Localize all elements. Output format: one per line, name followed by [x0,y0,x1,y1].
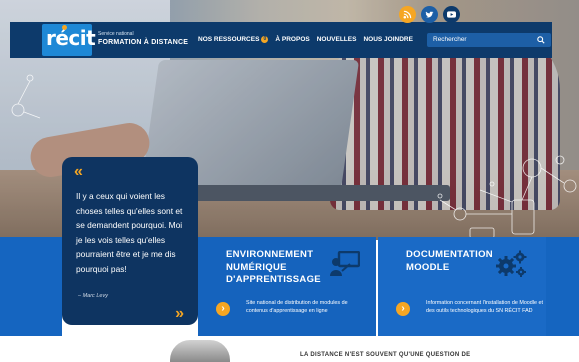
card-title: ENVIRONNEMENT NUMÉRIQUE D'APPRENTISSAGE [226,249,321,287]
search-icon[interactable] [537,36,545,44]
nav-item-nous-joindre[interactable]: NOUS JOINDRE [363,36,412,43]
band-edge [546,237,579,336]
card-title-line: DOCUMENTATION [406,249,493,260]
search-input[interactable]: Rechercher [427,33,551,47]
card-description: Information concernant l'installation de… [426,300,543,314]
card-title-line: MOODLE [406,261,450,273]
brand-subtitle: Service national [98,31,134,37]
quote-author: – Marc Levy [78,293,108,299]
nav-item-nouvelles[interactable]: NOUVELLES [317,36,357,43]
twitter-icon[interactable] [421,6,438,23]
nav-item-nos-ressources[interactable]: NOS RESSOURCES 0 [198,36,269,43]
page: récit Service national FORMATION À DISTA… [0,0,579,362]
main-nav: NOS RESSOURCES 0 À PROPOS NOUVELLES NOUS… [198,36,413,43]
logo-text: récit [46,26,96,50]
gears-icon [496,250,527,277]
quote-open-icon: « [74,163,83,180]
card-documentation-moodle[interactable]: DOCUMENTATION MOODLE › Information conce… [378,237,546,336]
youtube-icon[interactable] [443,6,460,23]
card-title-line: ENVIRONNEMENT [226,249,314,260]
bottom-section-teaser: LA DISTANCE N'EST SOUVENT QU'UNE QUESTIO… [300,352,471,358]
band-left [0,237,62,336]
card-title-line: D'APPRENTISSAGE [226,274,321,285]
nav-label: NOS RESSOURCES [198,36,260,43]
nav-item-a-propos[interactable]: À PROPOS [275,36,309,43]
card-arrow-button[interactable]: › [216,302,230,316]
nav-label: NOUVELLES [316,36,357,43]
card-arrow-button[interactable]: › [396,302,410,316]
card-environnement[interactable]: ENVIRONNEMENT NUMÉRIQUE D'APPRENTISSAGE … [198,237,376,336]
rss-icon[interactable] [399,6,416,23]
social-links [399,6,460,23]
card-description: Site national de distribution de modules… [246,300,348,314]
search-placeholder: Rechercher [433,36,467,43]
bottom-section-photo [170,340,230,362]
presentation-icon [330,251,360,276]
card-title: DOCUMENTATION MOODLE [406,249,493,274]
card-title-line: NUMÉRIQUE [226,261,287,273]
top-navigation-bar: récit Service national FORMATION À DISTA… [10,22,552,58]
quote-next-button[interactable]: » [175,305,184,323]
nav-label: NOUS JOINDRE [363,36,413,43]
logo-accent [62,25,67,30]
quote-card: « Il y a ceux qui voient les choses tell… [62,157,198,325]
nav-label: À PROPOS [275,36,310,43]
quote-text: Il y a ceux qui voient les choses telles… [76,191,183,274]
brand-title: FORMATION À DISTANCE [98,39,189,46]
recit-logo[interactable]: récit [42,24,96,56]
nav-badge: 0 [261,36,269,43]
